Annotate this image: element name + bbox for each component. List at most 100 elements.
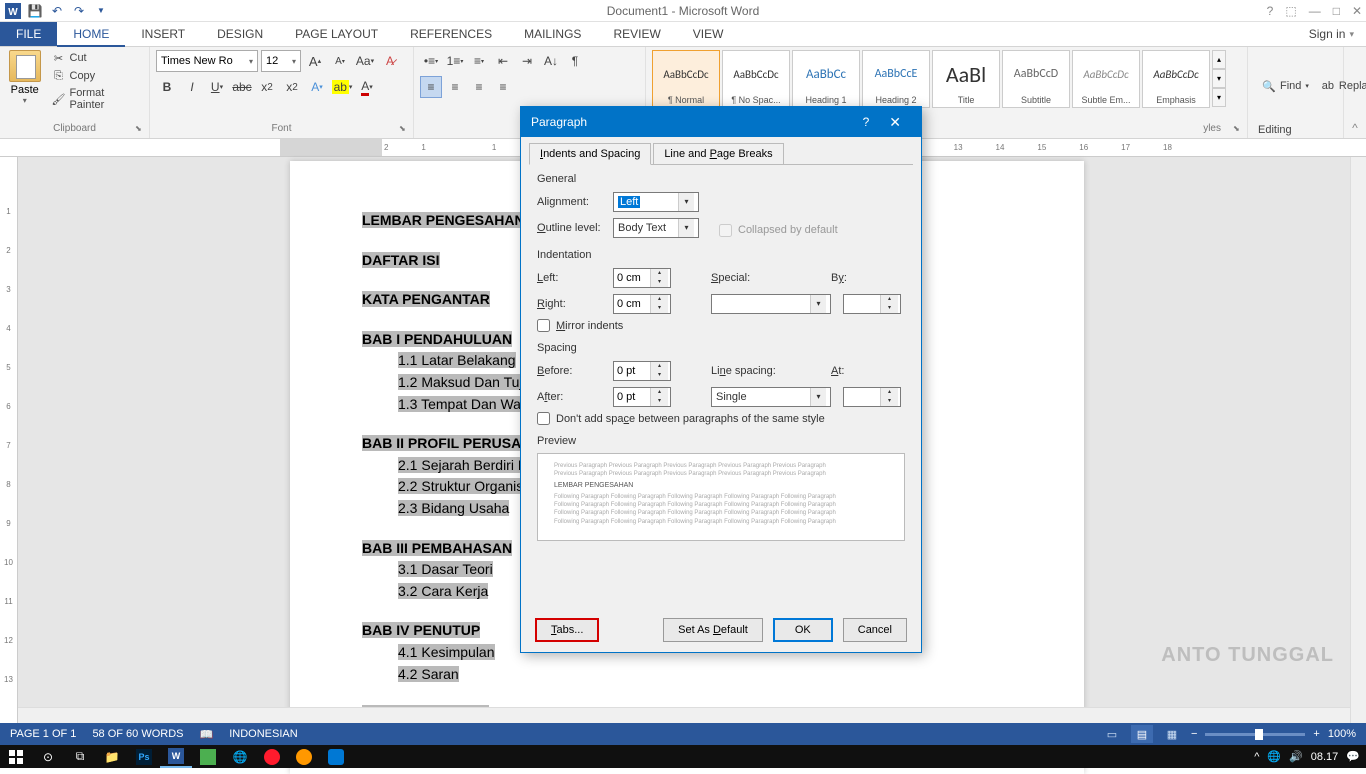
- bold-button[interactable]: B: [156, 76, 178, 98]
- by-spinner[interactable]: ▴▾: [843, 294, 901, 314]
- copy-button[interactable]: ⎘Copy: [50, 68, 144, 84]
- proofing-icon[interactable]: 📖: [200, 728, 214, 741]
- change-case-button[interactable]: Aa▾: [354, 50, 376, 72]
- vertical-scrollbar[interactable]: [1350, 157, 1366, 723]
- zoom-out-icon[interactable]: −: [1191, 728, 1197, 740]
- after-spinner[interactable]: ▴▾: [613, 387, 671, 407]
- vertical-ruler[interactable]: 12345678910111213: [0, 157, 18, 723]
- before-spinner[interactable]: ▴▾: [613, 361, 671, 381]
- find-button[interactable]: 🔍Find ▾: [1258, 77, 1313, 95]
- tab-review[interactable]: REVIEW: [597, 22, 676, 46]
- underline-button[interactable]: U▾: [206, 76, 228, 98]
- undo-icon[interactable]: ↶: [48, 2, 66, 20]
- print-layout-icon[interactable]: ▤: [1131, 725, 1153, 743]
- task-view-icon[interactable]: ⧉: [64, 745, 96, 768]
- tray-icon[interactable]: 🌐: [1267, 750, 1281, 763]
- styles-scroll-down-icon[interactable]: ▾: [1212, 69, 1226, 88]
- web-layout-icon[interactable]: ▦: [1161, 725, 1183, 743]
- style-heading2[interactable]: AaBbCcEHeading 2: [862, 50, 930, 108]
- clipboard-launcher-icon[interactable]: ⬊: [135, 124, 147, 136]
- tab-design[interactable]: DESIGN: [201, 22, 279, 46]
- start-button[interactable]: [0, 745, 32, 768]
- decrease-indent-button[interactable]: ⇤: [492, 50, 514, 72]
- line-spacing-select[interactable]: Single▾: [711, 387, 831, 407]
- dialog-tab-linebreaks[interactable]: Line and Page Breaks: [653, 143, 783, 165]
- style-emphasis[interactable]: AaBbCcDcEmphasis: [1142, 50, 1210, 108]
- increase-indent-button[interactable]: ⇥: [516, 50, 538, 72]
- sign-in[interactable]: Sign in▾: [1297, 22, 1366, 46]
- chrome-icon[interactable]: 🌐: [224, 745, 256, 768]
- dialog-tab-indents[interactable]: IIndents and Spacingndents and Spacing: [529, 143, 651, 165]
- mirror-indents-checkbox[interactable]: [537, 319, 550, 332]
- tab-references[interactable]: REFERENCES: [394, 22, 508, 46]
- bullets-button[interactable]: •≡▾: [420, 50, 442, 72]
- word-count[interactable]: 58 OF 60 WORDS: [92, 728, 183, 740]
- dialog-titlebar[interactable]: Paragraph ? ✕: [521, 107, 921, 137]
- notifications-icon[interactable]: 💬: [1346, 750, 1360, 763]
- tab-home[interactable]: HOME: [57, 22, 125, 47]
- set-default-button[interactable]: Set As Default: [663, 618, 763, 642]
- show-marks-button[interactable]: ¶: [564, 50, 586, 72]
- style-no-spacing[interactable]: AaBbCcDc¶ No Spac...: [722, 50, 790, 108]
- edge-icon[interactable]: [320, 745, 352, 768]
- tab-file[interactable]: FILE: [0, 22, 57, 46]
- tab-insert[interactable]: INSERT: [125, 22, 201, 46]
- align-center-button[interactable]: ≡: [444, 76, 466, 98]
- indent-left-spinner[interactable]: ▴▾: [613, 268, 671, 288]
- paste-button[interactable]: Paste ▾: [6, 50, 44, 122]
- numbering-button[interactable]: 1≡▾: [444, 50, 466, 72]
- tab-view[interactable]: VIEW: [677, 22, 740, 46]
- align-left-button[interactable]: ≡: [420, 76, 442, 98]
- language-indicator[interactable]: INDONESIAN: [229, 728, 297, 740]
- highlight-button[interactable]: ab▾: [331, 76, 353, 98]
- zoom-slider[interactable]: [1205, 733, 1305, 736]
- style-title[interactable]: AaBlTitle: [932, 50, 1000, 108]
- read-mode-icon[interactable]: ▭: [1101, 725, 1123, 743]
- replace-button[interactable]: abReplace: [1317, 77, 1366, 95]
- tray-expand-icon[interactable]: ^: [1254, 751, 1259, 763]
- horizontal-scrollbar[interactable]: [18, 707, 1350, 723]
- style-subtle-emphasis[interactable]: AaBbCcDcSubtle Em...: [1072, 50, 1140, 108]
- close-icon[interactable]: ✕: [1352, 4, 1362, 18]
- zoom-in-icon[interactable]: +: [1313, 728, 1319, 740]
- help-icon[interactable]: ?: [1267, 4, 1274, 18]
- tabs-button[interactable]: Tabs...: [535, 618, 599, 642]
- cancel-button[interactable]: Cancel: [843, 618, 907, 642]
- justify-button[interactable]: ≡: [492, 76, 514, 98]
- subscript-button[interactable]: x2: [256, 76, 278, 98]
- save-icon[interactable]: 💾: [26, 2, 44, 20]
- multilevel-list-button[interactable]: ≡▾: [468, 50, 490, 72]
- alignment-select[interactable]: Left▾: [613, 192, 699, 212]
- opera-icon[interactable]: [256, 745, 288, 768]
- style-heading1[interactable]: AaBbCcHeading 1: [792, 50, 860, 108]
- at-spinner[interactable]: ▴▾: [843, 387, 901, 407]
- styles-expand-icon[interactable]: ▾: [1212, 88, 1226, 107]
- collapse-ribbon-icon[interactable]: ^: [1352, 121, 1358, 135]
- font-name-combo[interactable]: Times New Ro▾: [156, 50, 258, 72]
- app-icon-2[interactable]: [288, 745, 320, 768]
- photoshop-icon[interactable]: Ps: [128, 745, 160, 768]
- font-launcher-icon[interactable]: ⬊: [399, 124, 411, 136]
- tab-page-layout[interactable]: PAGE LAYOUT: [279, 22, 394, 46]
- dialog-help-icon[interactable]: ?: [853, 115, 880, 129]
- grow-font-button[interactable]: A▴: [304, 50, 326, 72]
- minimize-icon[interactable]: —: [1309, 4, 1321, 18]
- font-color-button[interactable]: A▾: [356, 76, 378, 98]
- format-painter-button[interactable]: 🖌Format Painter: [50, 86, 144, 112]
- cut-button[interactable]: ✂Cut: [50, 50, 144, 66]
- maximize-icon[interactable]: □: [1333, 4, 1340, 18]
- dialog-close-icon[interactable]: ✕: [879, 114, 911, 131]
- search-icon[interactable]: ⊙: [32, 745, 64, 768]
- italic-button[interactable]: I: [181, 76, 203, 98]
- ribbon-options-icon[interactable]: ⬚: [1285, 4, 1296, 18]
- page-indicator[interactable]: PAGE 1 OF 1: [10, 728, 76, 740]
- superscript-button[interactable]: x2: [281, 76, 303, 98]
- align-right-button[interactable]: ≡: [468, 76, 490, 98]
- word-taskbar-icon[interactable]: W: [160, 745, 192, 768]
- app-icon[interactable]: [192, 745, 224, 768]
- styles-launcher-icon[interactable]: ⬊: [1233, 124, 1245, 136]
- tab-mailings[interactable]: MAILINGS: [508, 22, 597, 46]
- shrink-font-button[interactable]: A▾: [329, 50, 351, 72]
- no-space-checkbox[interactable]: [537, 412, 550, 425]
- special-select[interactable]: ▾: [711, 294, 831, 314]
